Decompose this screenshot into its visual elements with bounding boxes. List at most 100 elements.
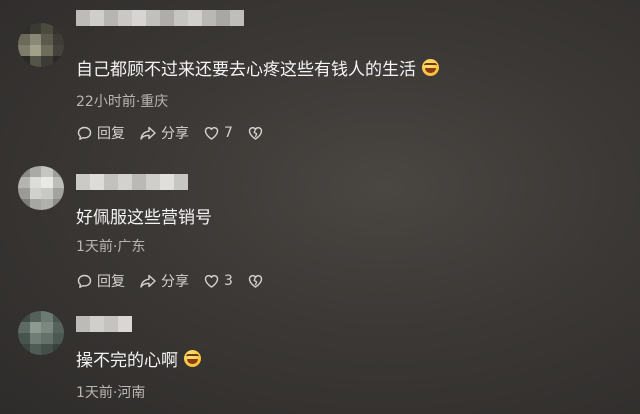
comment-text-content: 操不完的心啊 [76, 351, 178, 371]
avatar-mosaic-cell [52, 166, 64, 177]
username-mosaic-cell [90, 10, 104, 26]
avatar-mosaic-cell [41, 166, 53, 177]
avatar-mosaic-cell [29, 45, 41, 56]
username-mosaic-cell [188, 10, 202, 26]
avatar-mosaic-cell [29, 177, 41, 188]
avatar-mosaic-cell [41, 188, 53, 199]
avatar-mosaic-cell [18, 34, 30, 45]
reply-button[interactable]: 回复 [76, 123, 125, 143]
username-mosaic-cell [174, 10, 188, 26]
like-count: 7 [224, 125, 233, 141]
dislike-button[interactable] [247, 125, 264, 141]
avatar-mosaic-cell [52, 34, 64, 45]
avatar-mosaic-cell [41, 311, 53, 322]
avatar-mosaic-cell [41, 56, 53, 67]
avatar-mosaic-cell [29, 23, 41, 34]
share-button[interactable]: 分享 [139, 123, 189, 143]
avatar-mosaic-cell [41, 45, 53, 56]
comment-text: 操不完的心啊 [76, 346, 201, 371]
comment-text: 好佩服这些营销号 [76, 203, 212, 228]
avatar-mosaic-cell [18, 56, 30, 67]
heart-icon [204, 275, 219, 288]
username-mosaic-cell [160, 174, 174, 190]
reply-label: 回复 [97, 274, 125, 290]
username-mosaic-cell [76, 316, 90, 332]
like-button[interactable]: 7 [203, 125, 233, 141]
username-mosaic-cell [132, 10, 146, 26]
avatar-mosaic-cell [52, 188, 64, 199]
username-mosaic-cell [216, 10, 230, 26]
avatar-mosaic-cell [52, 23, 64, 34]
username-mosaic-cell [230, 10, 244, 26]
username-mosaic-cell [146, 174, 160, 190]
heart-icon [204, 127, 219, 140]
avatar-mosaic-cell [41, 322, 53, 333]
username-mosaic-cell [202, 10, 216, 26]
avatar-mosaic-cell [41, 177, 53, 188]
username-mosaic-cell [174, 174, 188, 190]
avatar[interactable] [18, 311, 64, 355]
avatar-mosaic-cell [18, 166, 30, 177]
avatar-mosaic-cell [29, 199, 41, 210]
share-icon [140, 126, 156, 140]
avatar-mosaic-cell [18, 311, 30, 322]
share-button[interactable]: 分享 [139, 271, 189, 291]
avatar-mosaic-cell [29, 34, 41, 45]
username-mosaic-cell [118, 316, 132, 332]
username-mosaic-cell [118, 174, 132, 190]
avatar-mosaic-cell [41, 199, 53, 210]
reply-icon [77, 126, 92, 140]
avatar-mosaic-cell [18, 23, 30, 34]
username-mosaic-cell [160, 10, 174, 26]
avatar-mosaic-cell [52, 56, 64, 67]
avatar-mosaic-cell [52, 45, 64, 56]
username-blurred[interactable] [76, 316, 132, 332]
avatar-mosaic-cell [41, 23, 53, 34]
avatar-mosaic-cell [18, 188, 30, 199]
laughing-crying-emoji-icon [184, 350, 201, 367]
broken-heart-icon [248, 275, 263, 288]
avatar-mosaic-cell [18, 177, 30, 188]
avatar-mosaic-cell [52, 177, 64, 188]
username-mosaic-cell [104, 10, 118, 26]
comment-meta: 1天前·广东 [76, 239, 146, 255]
avatar-mosaic-cell [41, 333, 53, 344]
avatar-mosaic-cell [29, 344, 41, 355]
comment-actions: 回复 分享 3 [76, 271, 278, 291]
avatar-mosaic-cell [52, 344, 64, 355]
username-mosaic-cell [76, 174, 90, 190]
comment-text-content: 好佩服这些营销号 [76, 208, 212, 228]
comment-text: 自己都顾不过来还要去心疼这些有钱人的生活 [76, 55, 439, 80]
username-mosaic-cell [90, 174, 104, 190]
avatar[interactable] [18, 166, 64, 210]
comment-actions: 回复 分享 7 [76, 123, 278, 143]
username-blurred[interactable] [76, 10, 244, 26]
share-label: 分享 [161, 126, 189, 142]
reply-button[interactable]: 回复 [76, 271, 125, 291]
username-mosaic-cell [104, 316, 118, 332]
username-mosaic-cell [146, 10, 160, 26]
avatar-mosaic-cell [18, 322, 30, 333]
avatar-mosaic-cell [29, 333, 41, 344]
avatar-mosaic-cell [29, 56, 41, 67]
avatar-mosaic-cell [29, 322, 41, 333]
avatar-mosaic-cell [29, 188, 41, 199]
avatar[interactable] [18, 23, 64, 67]
avatar-mosaic-cell [18, 344, 30, 355]
avatar-mosaic-cell [41, 34, 53, 45]
like-button[interactable]: 3 [203, 273, 233, 289]
avatar-mosaic-cell [18, 333, 30, 344]
reply-label: 回复 [97, 126, 125, 142]
share-label: 分享 [161, 274, 189, 290]
username-blurred[interactable] [76, 174, 188, 190]
comment-meta: 1天前·河南 [76, 385, 146, 401]
dislike-button[interactable] [247, 273, 264, 289]
avatar-mosaic-cell [52, 199, 64, 210]
broken-heart-icon [248, 127, 263, 140]
avatar-mosaic-cell [41, 344, 53, 355]
avatar-mosaic-cell [52, 333, 64, 344]
avatar-mosaic-cell [29, 311, 41, 322]
reply-icon [77, 274, 92, 288]
avatar-mosaic-cell [29, 166, 41, 177]
avatar-mosaic-cell [52, 311, 64, 322]
